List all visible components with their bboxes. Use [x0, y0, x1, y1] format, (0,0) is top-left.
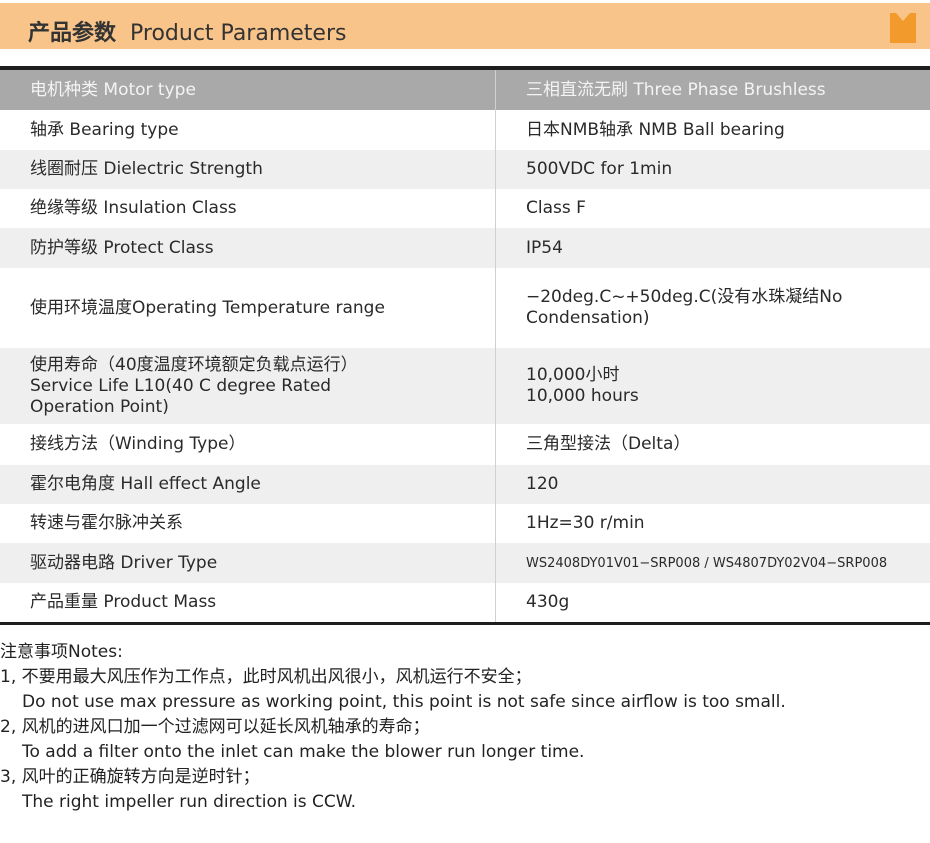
table-cell-value: IP54 [526, 237, 563, 258]
note-en: To add a filter onto the inlet can make … [22, 742, 585, 762]
table-cell-value: 430g [526, 592, 570, 612]
table-cell-label: 线圈耐压 Dielectric Strength [0, 150, 496, 189]
table-cell-value: −20deg.C~+50deg.C(没有水珠凝结No Condensation) [526, 287, 843, 328]
table-cell-label: 电机种类 Motor type [0, 70, 496, 110]
note-en: The right impeller run direction is CCW. [22, 792, 357, 812]
note-zh: 3, 风叶的正确旋转方向是逆时针； [0, 767, 260, 787]
table-cell-label-group: 使用寿命（40度温度环境额定负载点运行） Service Life L10(40… [0, 348, 496, 424]
table-row: 使用环境温度Operating Temperature range −20deg… [0, 268, 930, 348]
table-cell-label: 驱动器电路 Driver Type [0, 543, 496, 583]
table-cell-label: 使用环境温度Operating Temperature range [0, 268, 496, 348]
header-bar: 产品参数 Product Parameters [0, 3, 930, 49]
table-cell-label: 转速与霍尔脉冲关系 [0, 504, 496, 543]
notes-section: 注意事项Notes: 1, 不要用最大风压作为工作点，此时风机出风很小，风机运行… [0, 640, 930, 815]
table-cell-label: 防护等级 Protect Class [0, 228, 496, 268]
table-cell-value: 日本NMB轴承 NMB Ball bearing [526, 119, 785, 140]
table-cell-value: 三相直流无刷 Three Phase Brushless [526, 79, 826, 100]
table-row: 绝缘等级 Insulation Class Class F [0, 189, 930, 228]
table-cell-value: 1Hz=30 r/min [526, 513, 645, 533]
table-row: 防护等级 Protect Class IP54 [0, 228, 930, 268]
table-cell-label-en: Service Life L10(40 C degree Rated Opera… [30, 375, 332, 417]
chevron-badge-icon [890, 13, 916, 43]
page-title-en: Product Parameters [130, 21, 347, 46]
parameters-table: 电机种类 Motor type 三相直流无刷 Three Phase Brush… [0, 66, 930, 625]
table-cell-label: 霍尔电角度 Hall effect Angle [0, 465, 496, 504]
table-row: 接线方法（Winding Type） 三角型接法（Delta） [0, 424, 930, 465]
table-cell-value: 10,000小时 [526, 365, 620, 385]
page-title: 产品参数 Product Parameters [28, 15, 346, 47]
note-en: Do not use max pressure as working point… [22, 692, 786, 712]
note-zh: 1, 不要用最大风压作为工作点，此时风机出风很小，风机运行不安全； [0, 667, 532, 687]
table-cell-label: 轴承 Bearing type [0, 110, 496, 150]
table-cell-label: 使用寿命（40度温度环境额定负载点运行） [30, 354, 358, 375]
page-title-zh: 产品参数 [28, 20, 117, 46]
table-row: 线圈耐压 Dielectric Strength 500VDC for 1min [0, 150, 930, 189]
notes-title: 注意事项Notes: [0, 642, 123, 662]
table-cell-value: Class F [526, 198, 586, 218]
table-cell-value: 120 [526, 474, 559, 494]
table-header-row: 电机种类 Motor type 三相直流无刷 Three Phase Brush… [0, 70, 930, 110]
table-cell-value: WS2408DY01V01−SRP008 / WS4807DY02V04−SRP… [526, 555, 888, 571]
table-row: 转速与霍尔脉冲关系 1Hz=30 r/min [0, 504, 930, 543]
table-row: 轴承 Bearing type 日本NMB轴承 NMB Ball bearing [0, 110, 930, 150]
table-row: 产品重量 Product Mass 430g [0, 583, 930, 622]
table-cell-label: 产品重量 Product Mass [0, 583, 496, 622]
table-cell-value: 500VDC for 1min [526, 159, 673, 179]
table-cell-label: 接线方法（Winding Type） [0, 424, 496, 465]
table-cell-value: 三角型接法（Delta） [526, 434, 691, 454]
table-cell-label: 绝缘等级 Insulation Class [0, 189, 496, 228]
table-cell-value-en: 10,000 hours [526, 386, 639, 406]
table-row: 使用寿命（40度温度环境额定负载点运行） Service Life L10(40… [0, 348, 930, 424]
table-row: 霍尔电角度 Hall effect Angle 120 [0, 465, 930, 504]
table-row: 驱动器电路 Driver Type WS2408DY01V01−SRP008 /… [0, 543, 930, 583]
note-zh: 2, 风机的进风口加一个过滤网可以延长风机轴承的寿命； [0, 717, 430, 737]
table-cell-value-group: 10,000小时 10,000 hours [496, 348, 930, 424]
